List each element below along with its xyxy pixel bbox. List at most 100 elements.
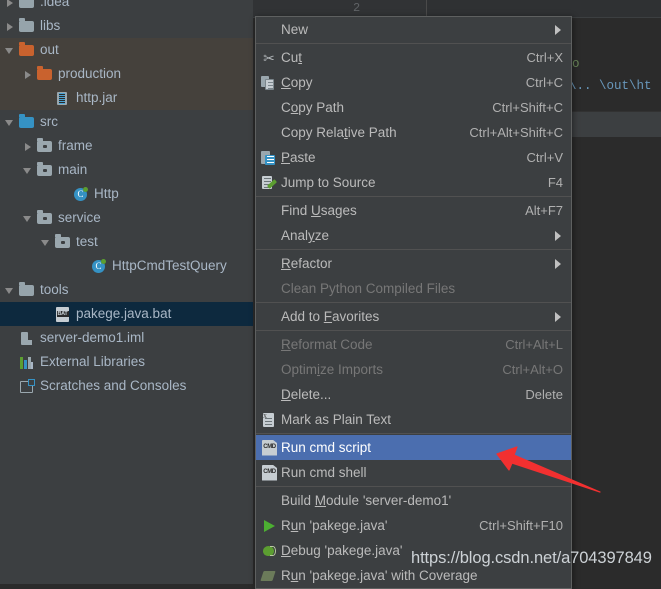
tree-item-service[interactable]: service: [0, 206, 253, 230]
menu-item-jump-to-source[interactable]: Jump to Source F4: [256, 170, 571, 195]
chevron-down-icon[interactable]: [22, 165, 33, 176]
menu-icon-placeholder: [259, 307, 281, 327]
menu-item-copy[interactable]: Copy Ctrl+C: [256, 70, 571, 95]
chevron-right-icon[interactable]: [4, 0, 15, 8]
java-class-icon: C: [72, 186, 89, 202]
tree-item-label: test: [76, 234, 98, 250]
tree-item-production[interactable]: production: [0, 62, 253, 86]
tree-item-external-libraries[interactable]: External Libraries: [0, 350, 253, 374]
tree-item-label: service: [58, 210, 101, 226]
menu-item-find-usages[interactable]: Find Usages Alt+F7: [256, 198, 571, 223]
tree-item-scratches-and-consoles[interactable]: Scratches and Consoles: [0, 374, 253, 398]
menu-item-label: Mark as Plain Text: [281, 412, 392, 427]
chevron-down-icon[interactable]: [4, 117, 15, 128]
tree-item-label: tools: [40, 282, 69, 298]
chevron-down-icon[interactable]: [22, 213, 33, 224]
coverage-icon: [259, 566, 281, 586]
menu-item-run-pakege-java[interactable]: Run 'pakege.java' Ctrl+Shift+F10: [256, 513, 571, 538]
chevron-down-icon[interactable]: [4, 285, 15, 296]
menu-icon-placeholder: [259, 385, 281, 405]
menu-item-shortcut: F4: [547, 175, 563, 190]
clipboard-icon: [259, 148, 281, 168]
tree-item-libs[interactable]: libs: [0, 14, 253, 38]
tree-item-pakege-java-bat[interactable]: pakege.java.bat: [0, 302, 253, 326]
menu-icon-placeholder: [259, 491, 281, 511]
scissors-icon: ✂: [263, 49, 275, 66]
menu-item-shortcut: Ctrl+Shift+C: [492, 100, 563, 115]
menu-item-delete[interactable]: Delete... Delete: [256, 382, 571, 407]
tree-item-label: pakege.java.bat: [76, 306, 172, 322]
tree-item-main[interactable]: main: [0, 158, 253, 182]
menu-item-label: Run cmd shell: [281, 465, 367, 480]
folder-icon: [18, 113, 35, 130]
tree-item-label: Scratches and Consoles: [40, 378, 187, 394]
menu-item-shortcut: Ctrl+Shift+F10: [479, 518, 563, 533]
menu-item-shortcut: Ctrl+V: [526, 150, 563, 165]
menu-item-clean-python-compiled-files: Clean Python Compiled Files: [256, 276, 571, 301]
context-menu[interactable]: New ✂ Cut Ctrl+X Copy Ctrl+C Copy Path Ctrl+Shi…: [255, 16, 572, 589]
tree-item-tools[interactable]: tools: [0, 278, 253, 302]
menu-icon-placeholder: [259, 201, 281, 221]
menu-icon-placeholder: [259, 254, 281, 274]
java-class-icon: C: [90, 258, 107, 274]
menu-item-label: Analyze: [281, 228, 330, 243]
menu-icon-placeholder: [259, 279, 281, 299]
debug-bug-icon: [259, 541, 281, 561]
menu-separator: [256, 433, 571, 434]
chevron-right-icon[interactable]: [22, 69, 33, 80]
chevron-right-icon[interactable]: [4, 21, 15, 32]
cmd-file-icon: [259, 438, 281, 458]
submenu-arrow-icon: [551, 24, 563, 36]
menu-item-run-cmd-shell[interactable]: Run cmd shell: [256, 460, 571, 485]
menu-item-label: New: [281, 22, 309, 37]
menu-item-add-to-favorites[interactable]: Add to Favorites: [256, 304, 571, 329]
chevron-down-icon[interactable]: [40, 237, 51, 248]
project-tree-rows: .idea libs out production http.jar src frame ma…: [0, 0, 253, 398]
tree-item-frame[interactable]: frame: [0, 134, 253, 158]
chevron-down-icon[interactable]: [4, 45, 15, 56]
tree-item-idea[interactable]: .idea: [0, 0, 253, 14]
tree-item-label: src: [40, 114, 58, 130]
menu-item-analyze[interactable]: Analyze: [256, 223, 571, 248]
submenu-arrow-icon: [551, 311, 563, 323]
menu-item-label: Copy Relative Path: [281, 125, 397, 140]
tree-item-label: libs: [40, 18, 61, 34]
menu-item-run-cmd-script[interactable]: Run cmd script: [256, 435, 571, 460]
tree-item-http[interactable]: C Http: [0, 182, 253, 206]
package-folder-icon: [36, 161, 53, 178]
menu-item-paste[interactable]: Paste Ctrl+V: [256, 145, 571, 170]
menu-item-label: Clean Python Compiled Files: [281, 281, 456, 296]
copy-icon: [259, 73, 281, 93]
menu-item-copy-path[interactable]: Copy Path Ctrl+Shift+C: [256, 95, 571, 120]
cmd-file-icon: [259, 463, 281, 483]
menu-item-mark-as-plain-text[interactable]: Mark as Plain Text: [256, 407, 571, 432]
tree-item-http-jar[interactable]: http.jar: [0, 86, 253, 110]
menu-item-cut[interactable]: ✂ Cut Ctrl+X: [256, 45, 571, 70]
jump-to-source-icon: [259, 173, 281, 193]
package-folder-icon: [36, 209, 53, 226]
tree-item-src[interactable]: src: [0, 110, 253, 134]
chevron-right-icon[interactable]: [22, 141, 33, 152]
project-tree-panel[interactable]: .idea libs out production http.jar src frame ma…: [0, 0, 253, 584]
menu-item-build-module-server-demo1[interactable]: Build Module 'server-demo1': [256, 488, 571, 513]
tree-item-server-demo1-iml[interactable]: server-demo1.iml: [0, 326, 253, 350]
package-folder-icon: [36, 137, 53, 154]
tree-item-out[interactable]: out: [0, 38, 253, 62]
menu-icon-placeholder: [259, 360, 281, 380]
folder-icon: [36, 65, 53, 82]
tree-item-httpcmdtestquery[interactable]: C HttpCmdTestQuery: [0, 254, 253, 278]
tree-item-test[interactable]: test: [0, 230, 253, 254]
folder-icon: [18, 17, 35, 34]
iml-file-icon: [18, 331, 35, 346]
menu-item-shortcut: Ctrl+Alt+Shift+C: [469, 125, 563, 140]
tree-item-label: HttpCmdTestQuery: [112, 258, 227, 274]
menu-item-new[interactable]: New: [256, 17, 571, 42]
menu-item-shortcut: Alt+F7: [525, 203, 563, 218]
menu-item-copy-relative-path[interactable]: Copy Relative Path Ctrl+Alt+Shift+C: [256, 120, 571, 145]
menu-item-refactor[interactable]: Refactor: [256, 251, 571, 276]
menu-item-label: Optimize Imports: [281, 362, 384, 377]
menu-item-label: Reformat Code: [281, 337, 373, 352]
